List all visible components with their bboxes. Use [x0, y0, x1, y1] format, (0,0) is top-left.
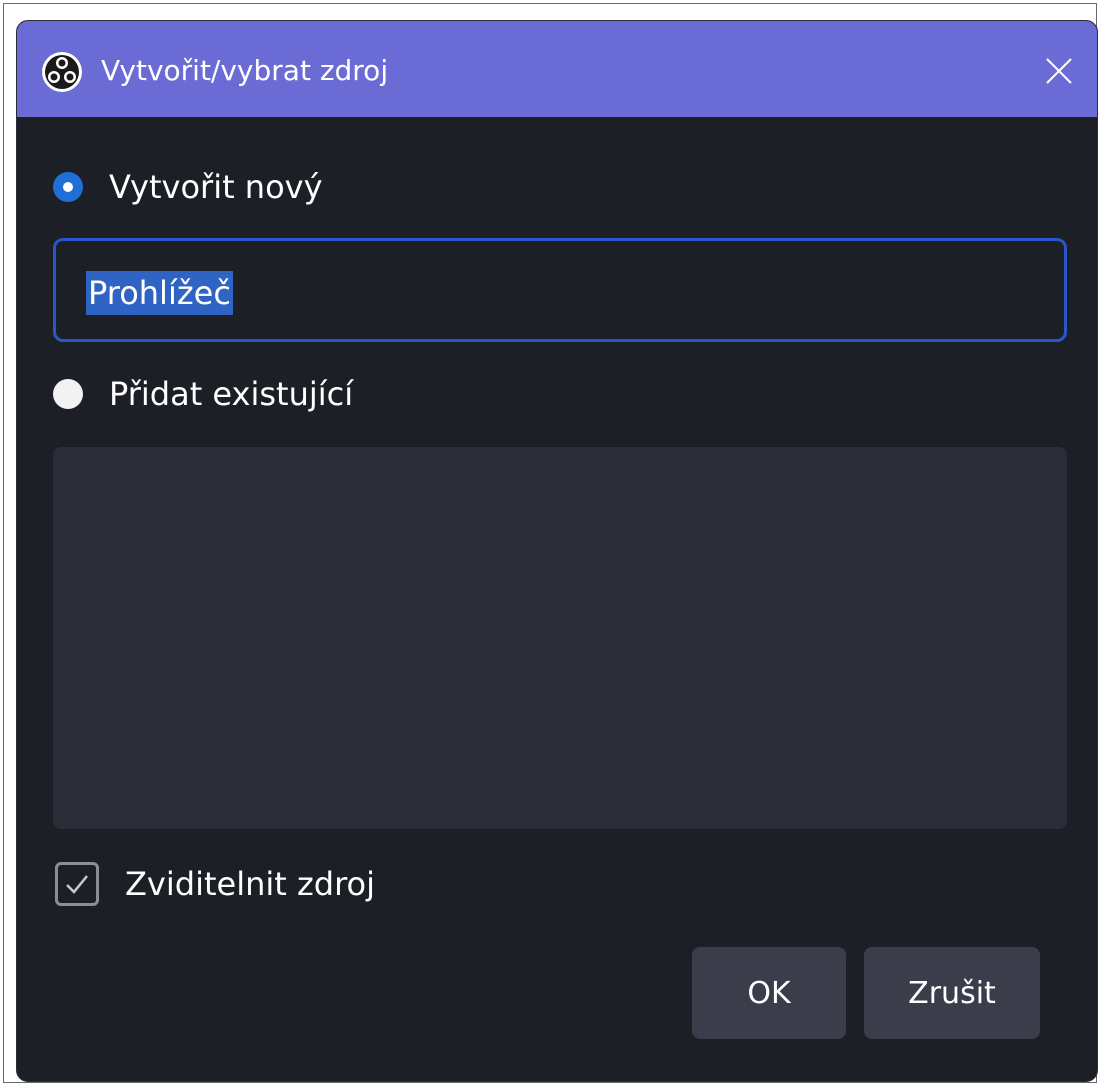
visibility-label: Zviditelnit zdroj: [125, 865, 375, 903]
dialog-title: Vytvořit/vybrat zdroj: [101, 54, 389, 87]
title-bar: Vytvořit/vybrat zdroj: [17, 21, 1097, 117]
add-existing-radio[interactable]: Přidat existující: [53, 372, 353, 416]
add-existing-label: Přidat existující: [109, 375, 354, 413]
add-existing-radio-indicator[interactable]: [53, 379, 83, 409]
make-source-visible-checkbox[interactable]: Zviditelnit zdroj: [55, 862, 375, 906]
create-new-label: Vytvořit nový: [109, 168, 323, 206]
source-name-input[interactable]: Prohlížeč: [53, 238, 1067, 342]
cancel-button[interactable]: Zrušit: [864, 947, 1040, 1039]
ok-button[interactable]: OK: [692, 947, 846, 1039]
existing-sources-list[interactable]: [53, 447, 1067, 829]
create-new-radio[interactable]: Vytvořit nový: [53, 165, 323, 209]
source-name-value: Prohlížeč: [86, 271, 233, 315]
visibility-checkbox-box[interactable]: [55, 862, 99, 906]
close-button[interactable]: [1037, 49, 1081, 93]
close-icon: [1046, 58, 1072, 84]
create-select-source-dialog: Vytvořit/vybrat zdroj Vytvořit nový Proh…: [16, 20, 1098, 1082]
create-new-radio-indicator[interactable]: [53, 172, 83, 202]
obs-logo-icon: [42, 52, 82, 92]
checkmark-icon: [66, 875, 88, 894]
